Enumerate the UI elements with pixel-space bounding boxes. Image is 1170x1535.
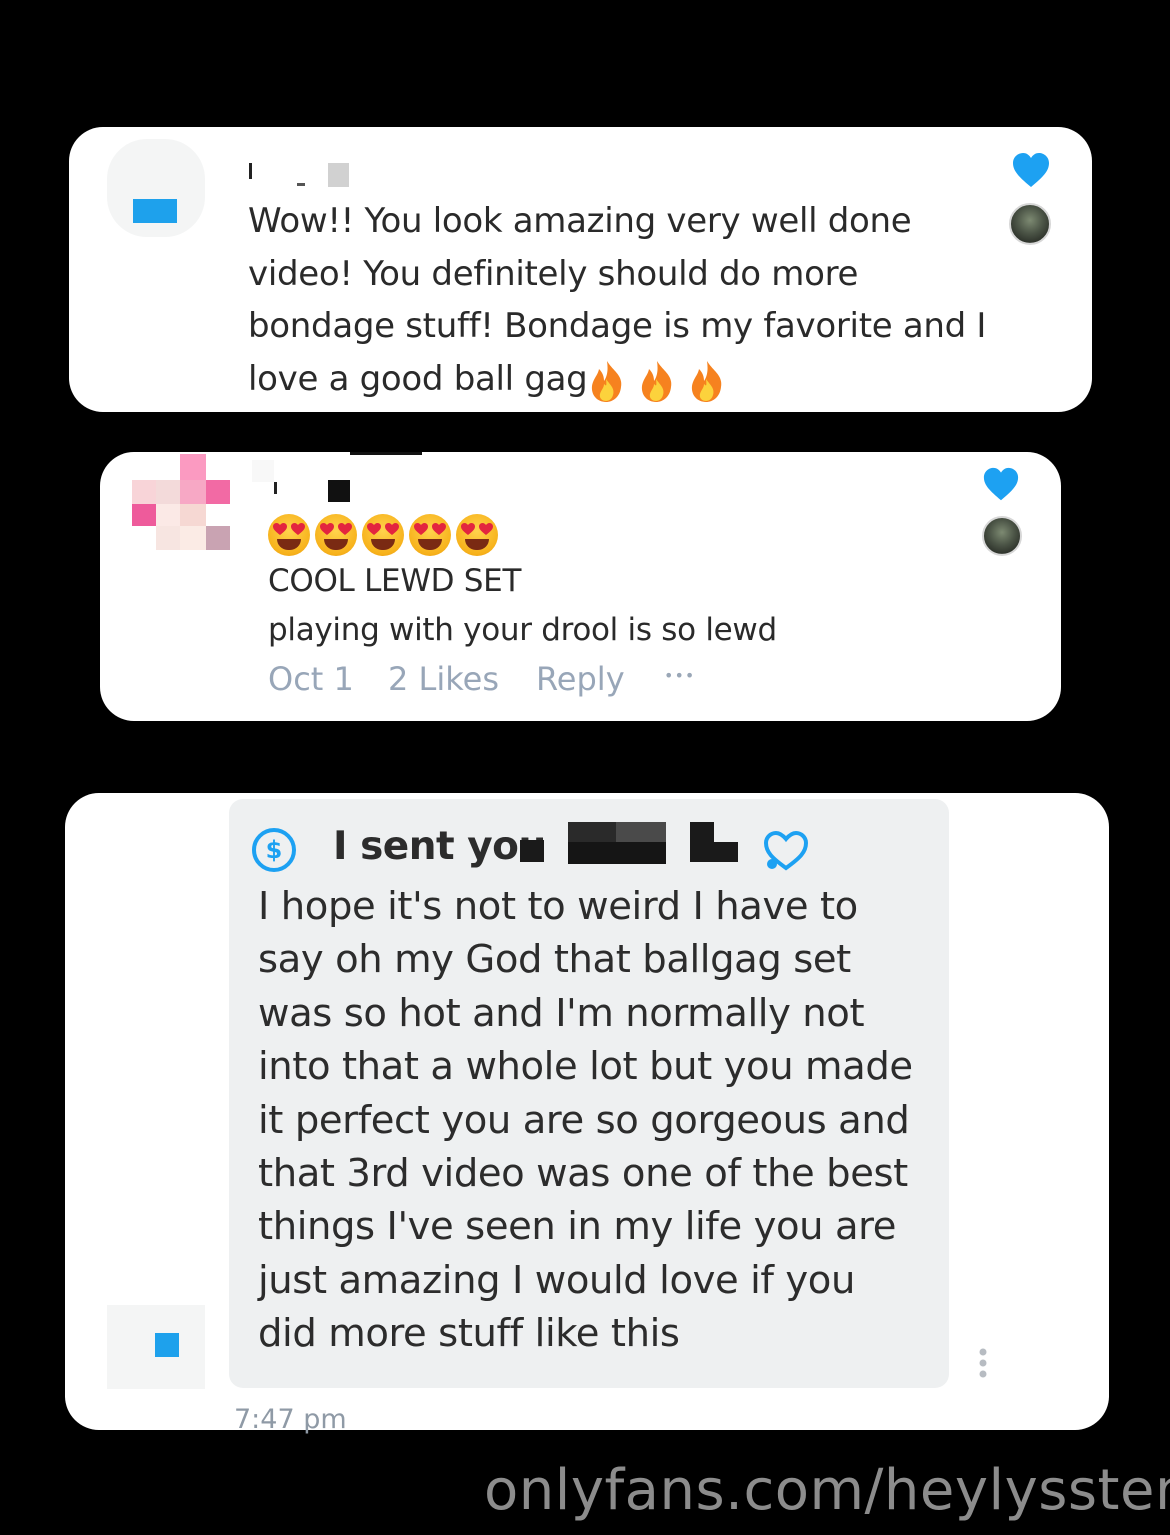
comment-date: Oct 1 bbox=[268, 660, 354, 698]
tip-text: I sent you bbox=[333, 824, 546, 869]
heart-eyes-emoji bbox=[409, 514, 451, 556]
more-options-icon[interactable]: ••• bbox=[664, 666, 695, 685]
heart-eyes-emoji bbox=[456, 514, 498, 556]
heart-eyes-emoji bbox=[315, 514, 357, 556]
comment-card-1: Wow!! You look amazing very well done vi… bbox=[69, 127, 1092, 412]
commenter-avatar-1[interactable] bbox=[107, 139, 205, 237]
dollar-circle-icon: $ bbox=[252, 828, 296, 872]
fire-emoji-group bbox=[587, 359, 727, 403]
heart-icon[interactable] bbox=[982, 466, 1020, 504]
likes-count-link[interactable]: 2 Likes bbox=[388, 660, 499, 698]
liker-avatar[interactable] bbox=[982, 516, 1022, 556]
heart-icon[interactable] bbox=[1011, 151, 1051, 191]
heart-outline-icon bbox=[763, 830, 809, 871]
heart-eyes-emoji-group bbox=[268, 514, 504, 556]
fire-icon bbox=[591, 361, 622, 402]
svg-text:$: $ bbox=[266, 836, 283, 864]
sender-avatar[interactable] bbox=[107, 1305, 205, 1389]
commenter-name-redacted bbox=[249, 163, 349, 189]
more-options-vertical-icon[interactable] bbox=[977, 1347, 989, 1379]
message-text: I hope it's not to weird I have to say o… bbox=[258, 884, 913, 1357]
tip-amount-redacted bbox=[520, 818, 750, 874]
heart-eyes-emoji bbox=[268, 514, 310, 556]
reply-link[interactable]: Reply bbox=[536, 660, 625, 698]
comment-line-1: COOL LEWD SET bbox=[268, 563, 522, 599]
comment-line-2: playing with your drool is so lewd bbox=[268, 612, 777, 648]
heart-eyes-emoji bbox=[362, 514, 404, 556]
message-timestamp: 7:47 pm bbox=[234, 1404, 347, 1435]
comment-card-2: COOL LEWD SET playing with your drool is… bbox=[100, 452, 1061, 721]
commenter-avatar-2[interactable] bbox=[132, 452, 232, 552]
fire-icon bbox=[691, 361, 722, 402]
fire-icon bbox=[641, 361, 672, 402]
watermark: onlyfans.com/heylyssten bbox=[484, 1458, 1170, 1523]
commenter-name-redacted bbox=[252, 452, 432, 504]
liker-avatar[interactable] bbox=[1009, 203, 1051, 245]
